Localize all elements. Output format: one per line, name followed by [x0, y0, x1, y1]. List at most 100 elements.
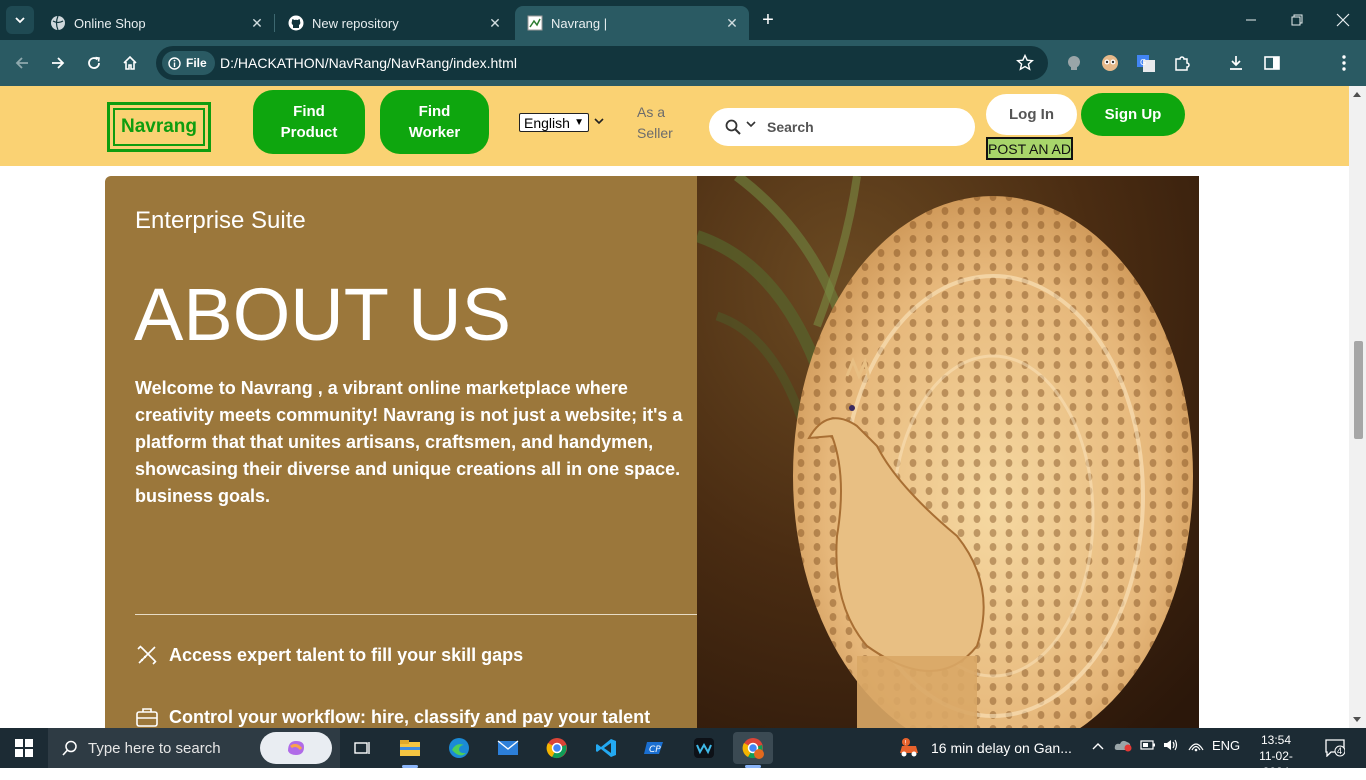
close-window-icon[interactable] — [1320, 0, 1366, 40]
tools-icon — [137, 645, 157, 665]
notification-center-icon[interactable]: 4 — [1325, 739, 1346, 758]
new-tab-plus-icon[interactable]: + — [756, 8, 780, 32]
taskbar-search-box[interactable]: Type here to search — [48, 728, 340, 768]
input-language[interactable]: ENG — [1212, 738, 1240, 753]
section-divider — [135, 614, 697, 615]
scroll-up-arrow-icon[interactable] — [1353, 92, 1361, 97]
side-panel-icon[interactable] — [1261, 52, 1283, 74]
peacock-carving-image — [697, 176, 1199, 728]
clock-time: 13:54 — [1260, 733, 1292, 747]
lightbulb-icon[interactable] — [1063, 52, 1085, 74]
edge-icon[interactable] — [439, 732, 479, 764]
restore-icon[interactable] — [1274, 0, 1320, 40]
site-logo[interactable]: Navrang — [107, 102, 211, 152]
scrollbar-thumb[interactable] — [1354, 341, 1363, 439]
chrome-profile-icon[interactable] — [733, 732, 773, 764]
logo-text: Navrang — [113, 108, 205, 146]
search-box[interactable]: Search — [709, 108, 975, 146]
bookmark-star-icon[interactable] — [1016, 54, 1034, 72]
svg-text:!: ! — [905, 740, 907, 747]
globe-icon — [50, 15, 66, 31]
onedrive-icon[interactable] — [1114, 738, 1132, 755]
feature-item: Control your workflow: hire, classify an… — [135, 705, 650, 728]
site-header: Navrang Find Product Find Worker English… — [0, 86, 1349, 166]
language-select[interactable]: English ▼ — [519, 113, 589, 132]
extensions-puzzle-icon[interactable] — [1171, 52, 1193, 74]
address-bar[interactable]: File D:/HACKATHON/NavRang/NavRang/index.… — [156, 46, 1048, 80]
site-info-chip[interactable]: File — [162, 51, 215, 75]
back-arrow-icon[interactable] — [8, 49, 36, 77]
signup-button[interactable]: Sign Up — [1081, 93, 1185, 136]
tab-online-shop[interactable]: Online Shop ✕ — [38, 6, 275, 40]
extension-owl-icon[interactable] — [1099, 52, 1121, 74]
about-paragraph-main: Welcome to Navrang , a vibrant online ma… — [135, 378, 683, 479]
login-button[interactable]: Log In — [986, 94, 1077, 135]
task-view-icon[interactable] — [343, 732, 383, 764]
copilot-icon[interactable] — [260, 732, 332, 764]
traffic-car-icon: ! — [900, 738, 918, 757]
chevron-up-icon[interactable] — [1092, 738, 1104, 753]
system-clock[interactable]: 13:54 11-02-2024 — [1246, 732, 1306, 780]
close-tab-icon[interactable]: ✕ — [486, 14, 504, 32]
webex-icon[interactable] — [684, 732, 724, 764]
forward-arrow-icon[interactable] — [44, 49, 72, 77]
menu-kebab-icon[interactable] — [1333, 52, 1355, 74]
windows-taskbar: Type here to search CP ! 16 min delay on… — [0, 728, 1366, 779]
info-icon — [168, 56, 181, 70]
tab-title: Online Shop — [74, 15, 146, 31]
tab-search-button[interactable] — [6, 6, 34, 34]
chevron-down-icon: ▼ — [574, 117, 584, 128]
svg-text:G: G — [1140, 58, 1146, 67]
browser-tab-bar: Online Shop ✕ New repository ✕ Navrang |… — [0, 0, 1366, 40]
about-section: Enterprise Suite ABOUT US Welcome to Nav… — [105, 176, 697, 728]
post-ad-button[interactable]: POST AN AD — [986, 137, 1073, 160]
taskbar-search-input[interactable]: Type here to search — [88, 740, 221, 757]
url-text[interactable]: D:/HACKATHON/NavRang/NavRang/index.html — [220, 55, 517, 71]
close-tab-icon[interactable]: ✕ — [248, 14, 266, 32]
feature-text: Control your workflow: hire, classify an… — [169, 706, 651, 727]
news-text: 16 min delay on Gan... — [931, 740, 1072, 756]
tab-title: New repository — [312, 15, 399, 31]
page-viewport: Navrang Find Product Find Worker English… — [0, 86, 1349, 728]
briefcase-icon — [136, 708, 158, 727]
home-icon[interactable] — [116, 49, 144, 77]
page-favicon-icon — [527, 15, 543, 31]
volume-icon[interactable] — [1163, 738, 1179, 755]
chevron-down-icon — [15, 17, 25, 24]
wifi-icon[interactable] — [1188, 738, 1204, 755]
download-icon[interactable] — [1225, 52, 1247, 74]
battery-icon[interactable] — [1140, 738, 1156, 755]
language-chevron-icon[interactable] — [594, 116, 604, 128]
clock-date: 11-02-2024 — [1259, 749, 1293, 779]
feature-text: Access expert talent to fill your skill … — [169, 644, 524, 665]
reload-icon[interactable] — [80, 49, 108, 77]
file-label: File — [186, 56, 207, 70]
page-scrollbar[interactable] — [1349, 86, 1366, 728]
chevron-down-icon — [746, 121, 756, 128]
svg-text:CP: CP — [649, 745, 661, 755]
vscode-icon[interactable] — [586, 732, 626, 764]
chrome-icon[interactable] — [537, 732, 577, 764]
translate-icon[interactable]: G — [1135, 52, 1157, 74]
tab-navrang[interactable]: Navrang | ✕ — [515, 6, 749, 40]
find-product-button[interactable]: Find Product — [253, 90, 365, 154]
browser-toolbar: File D:/HACKATHON/NavRang/NavRang/index.… — [0, 40, 1366, 113]
mail-icon[interactable] — [488, 732, 528, 764]
file-explorer-icon[interactable] — [390, 732, 430, 764]
section-eyebrow: Enterprise Suite — [135, 207, 306, 234]
app-cp-icon[interactable]: CP — [635, 732, 675, 764]
minimize-icon[interactable] — [1228, 0, 1274, 40]
as-seller-link[interactable]: As a Seller — [637, 102, 687, 144]
tab-title: Navrang | — [551, 15, 608, 31]
windows-start-icon[interactable] — [4, 732, 44, 764]
find-worker-button[interactable]: Find Worker — [380, 90, 489, 154]
search-icon — [725, 119, 741, 135]
about-paragraph: Welcome to Navrang , a vibrant online ma… — [135, 375, 690, 510]
search-icon — [62, 740, 77, 756]
tab-new-repository[interactable]: New repository ✕ — [276, 6, 512, 40]
about-paragraph-tail: business goals. — [135, 486, 271, 506]
news-widget[interactable]: ! 16 min delay on Gan... — [897, 728, 1072, 768]
close-tab-icon[interactable]: ✕ — [723, 14, 741, 32]
search-input[interactable]: Search — [767, 119, 814, 135]
scroll-down-arrow-icon[interactable] — [1353, 717, 1361, 722]
